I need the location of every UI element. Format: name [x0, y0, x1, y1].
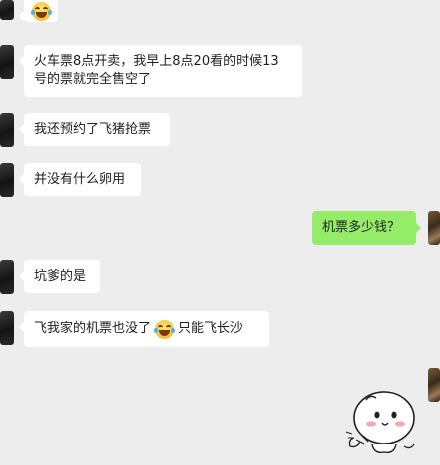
message-text: 机票多少钱？ — [322, 220, 401, 235]
laughing-tears-emoji-icon — [30, 1, 52, 21]
message-text: 并没有什么卵用 — [34, 171, 126, 187]
dumpling-sticker-icon[interactable] — [344, 378, 420, 458]
message-bubble-emoji[interactable] — [19, 0, 58, 22]
message-text-line: 火车票8点开卖，我早上8点20看的时候13 — [34, 54, 279, 69]
message-text-line: 号的票就完全售空了 — [34, 72, 152, 87]
contact-avatar[interactable] — [0, 0, 14, 20]
message-bubble[interactable]: 飞我家的机票也没了 只能飞长沙 — [19, 311, 269, 347]
contact-avatar[interactable] — [0, 163, 14, 197]
laughing-tears-emoji-icon — [154, 319, 176, 339]
contact-avatar[interactable] — [0, 113, 14, 147]
self-avatar[interactable] — [428, 211, 440, 245]
message-text: 坑爹的是 — [34, 268, 87, 284]
message-bubble[interactable]: 我还预约了飞猪抢票 — [19, 113, 170, 146]
message-bubble-outgoing[interactable]: 机票多少钱？ — [312, 211, 421, 245]
message-text: 飞我家的机票也没了 — [34, 321, 152, 336]
contact-avatar[interactable] — [0, 260, 14, 294]
message-text: 只能飞长沙 — [178, 321, 244, 336]
message-text: 我还预约了飞猪抢票 — [34, 121, 152, 137]
message-bubble[interactable]: 坑爹的是 — [19, 260, 100, 293]
contact-avatar[interactable] — [0, 45, 14, 79]
contact-avatar[interactable] — [0, 311, 14, 345]
message-bubble[interactable]: 火车票8点开卖，我早上8点20看的时候13 号的票就完全售空了 — [19, 45, 302, 97]
message-bubble[interactable]: 并没有什么卵用 — [19, 163, 141, 196]
self-avatar[interactable] — [428, 368, 440, 402]
